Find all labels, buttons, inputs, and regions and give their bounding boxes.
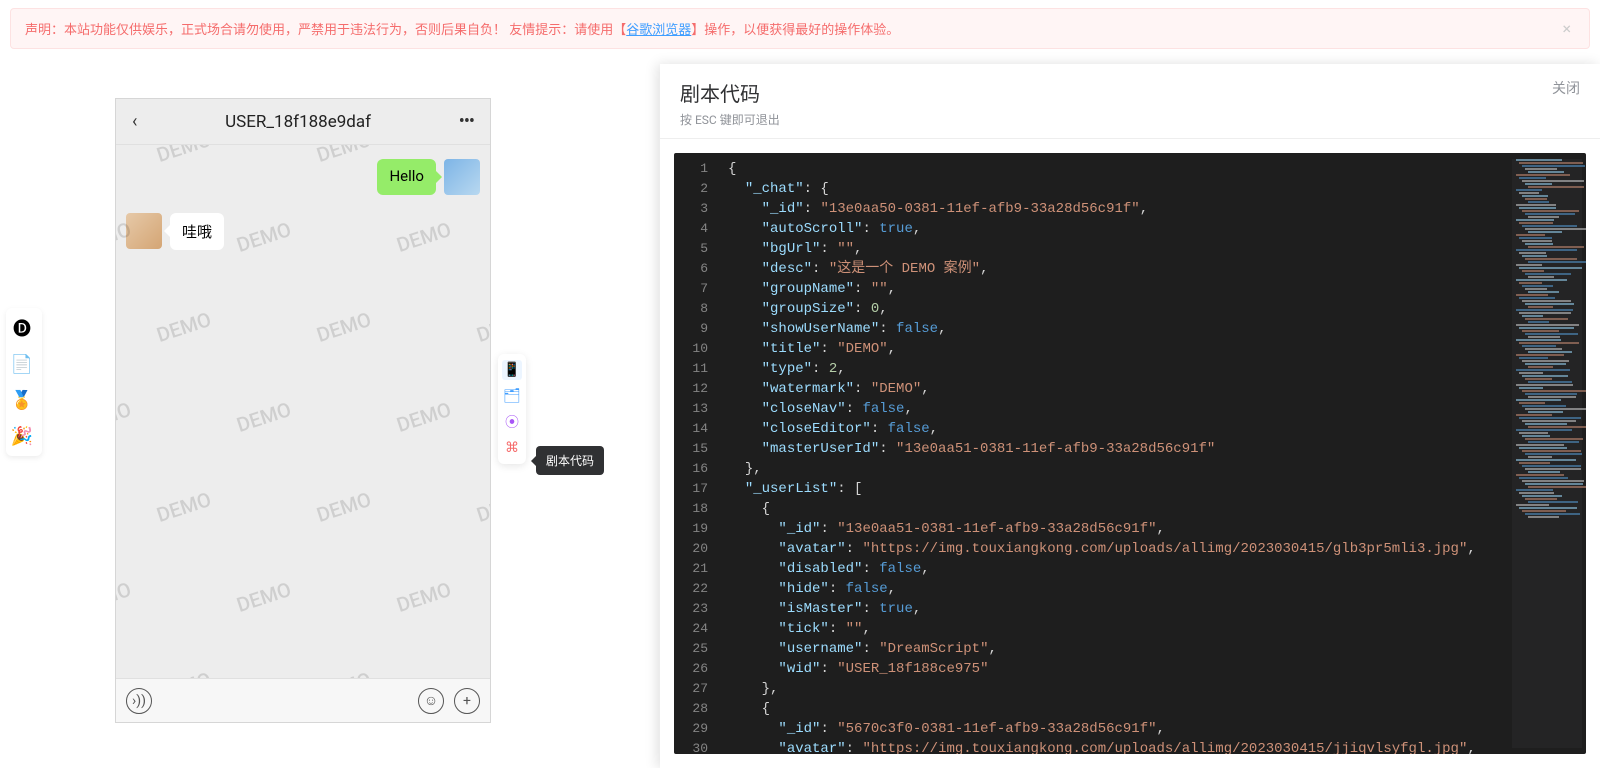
chat-header: ‹ USER_18f188e9daf ••• xyxy=(116,99,490,145)
avatar xyxy=(126,213,162,249)
plus-icon[interactable]: + xyxy=(454,688,480,714)
chat-tools: 📱 🗂 ⦿ ⌘ xyxy=(498,354,526,464)
device-icon[interactable]: 📱 xyxy=(502,360,522,380)
notice-text-suffix: 】操作，以便获得最好的操作体验。 xyxy=(691,19,899,38)
chrome-link[interactable]: 谷歌浏览器 xyxy=(626,19,691,38)
minimap[interactable] xyxy=(1512,159,1582,748)
drawer-subtitle: 按 ESC 键即可退出 xyxy=(680,111,780,128)
layout-icon[interactable]: 🗂 xyxy=(502,386,522,406)
drawer-title: 剧本代码 xyxy=(680,78,780,107)
note-icon[interactable]: 📄 xyxy=(8,350,36,378)
chat-body: DEMODEMODEMODEMODEMODEMODEMODEMODEMODEMO… xyxy=(116,145,490,678)
tooltip: 剧本代码 xyxy=(536,446,604,475)
chat-footer: ›)) ☺ + xyxy=(116,678,490,722)
code-editor[interactable]: 1234567891011121314151617181920212223242… xyxy=(674,153,1586,754)
notice-text-prefix: 声明：本站功能仅供娱乐，正式场合请勿使用，严禁用于违法行为，否则后果自负！ 友情… xyxy=(25,19,626,38)
chat-title: USER_18f188e9daf xyxy=(143,112,452,132)
confetti-icon[interactable]: 🎉 xyxy=(8,422,36,450)
chat-panel: ‹ USER_18f188e9daf ••• DEMODEMODEMODEMOD… xyxy=(115,98,491,723)
drawer-close-button[interactable]: 关闭 xyxy=(1552,78,1580,98)
play-icon[interactable]: ⦿ xyxy=(502,412,522,432)
code-drawer: 剧本代码 按 ESC 键即可退出 关闭 12345678910111213141… xyxy=(660,64,1600,768)
voice-icon[interactable]: ›)) xyxy=(126,688,152,714)
code-gutter: 1234567891011121314151617181920212223242… xyxy=(674,159,718,754)
back-icon[interactable]: ‹ xyxy=(126,107,143,136)
drawer-header: 剧本代码 按 ESC 键即可退出 关闭 xyxy=(660,64,1600,139)
more-icon[interactable]: ••• xyxy=(453,107,480,136)
message-bubble: Hello xyxy=(377,159,436,195)
avatar xyxy=(444,159,480,195)
message-bubble: 哇哦 xyxy=(170,213,224,250)
notice-close-icon[interactable]: × xyxy=(1558,19,1575,38)
ds-icon[interactable]: 🅓 xyxy=(8,314,36,342)
code-content: { "_chat": { "_id": "13e0aa50-0381-11ef-… xyxy=(728,159,1506,754)
left-rail: 🅓 📄 🏅 🎉 xyxy=(6,308,42,456)
emoji-icon[interactable]: ☺ xyxy=(418,688,444,714)
code-icon[interactable]: ⌘ xyxy=(502,438,522,458)
badge-icon[interactable]: 🏅 xyxy=(8,386,36,414)
message-row: 哇哦 xyxy=(126,213,480,250)
notice-bar: 声明：本站功能仅供娱乐，正式场合请勿使用，严禁用于违法行为，否则后果自负！ 友情… xyxy=(10,8,1590,49)
message-row: Hello xyxy=(126,159,480,195)
